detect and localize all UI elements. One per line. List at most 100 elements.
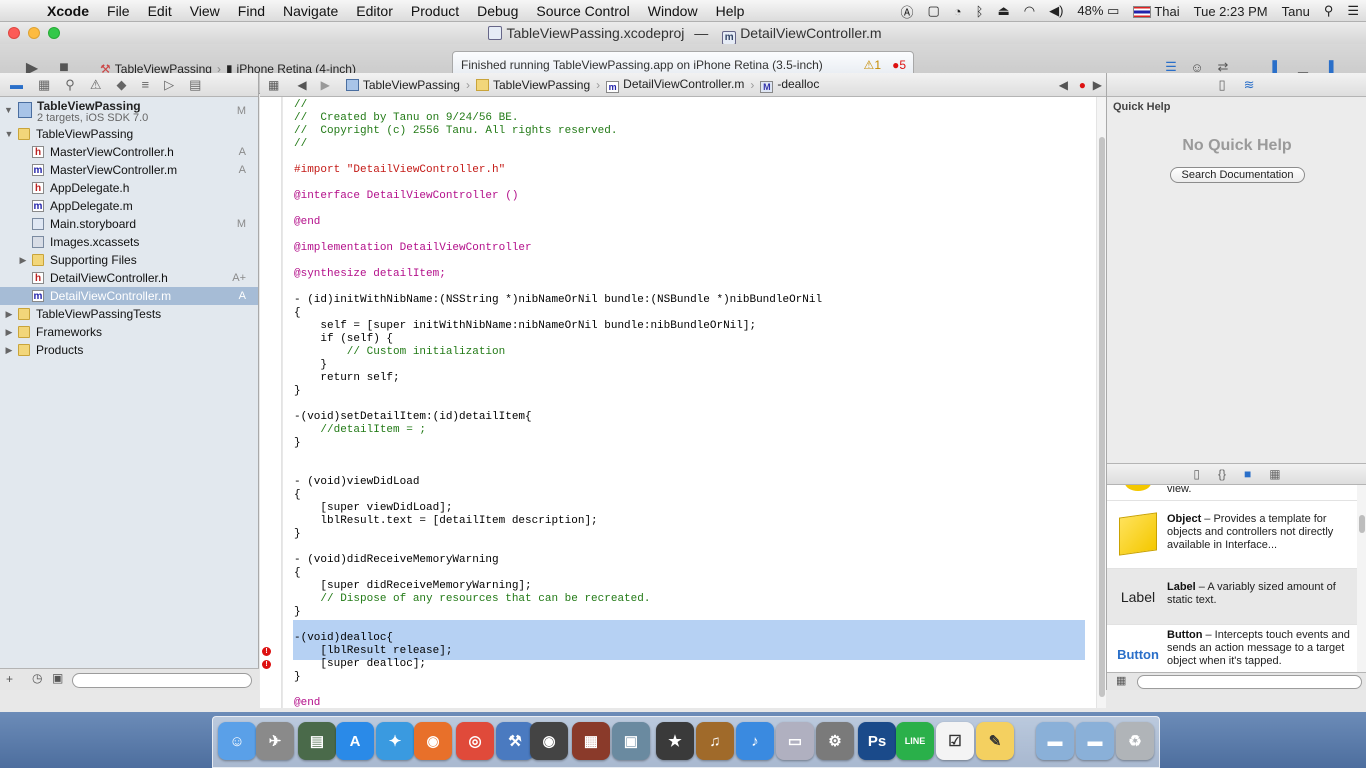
reminders-icon[interactable]: ☑ [936, 722, 974, 760]
xcode-icon[interactable]: ⚒ [496, 722, 534, 760]
search-documentation-button[interactable]: Search Documentation [1170, 167, 1305, 183]
battery-status[interactable]: 48% ▭ [1070, 3, 1126, 19]
menu-source-control[interactable]: Source Control [527, 3, 638, 19]
previous-issue-icon[interactable]: ◀ [1059, 78, 1068, 92]
symbol-navigator-icon[interactable]: ▦ [38, 77, 50, 93]
tree-row-detailviewcontroller-m[interactable]: m DetailViewController.m A [0, 287, 258, 305]
error-marker-icon[interactable]: ! [262, 660, 271, 669]
wifi-icon[interactable]: ◠ [1017, 3, 1042, 19]
launchpad-icon[interactable]: ✈ [256, 722, 294, 760]
find-navigator-icon[interactable]: ⚲ [65, 77, 75, 93]
close-window-button[interactable] [8, 27, 20, 39]
app-store-icon[interactable]: A [336, 722, 374, 760]
square-status-icon[interactable]: ▢ [920, 3, 946, 19]
photos-icon[interactable]: ▭ [776, 722, 814, 760]
file-inspector-icon[interactable]: ▯ [1218, 77, 1225, 93]
log-navigator-icon[interactable]: ▤ [189, 77, 201, 93]
code-line[interactable]: @implementation DetailViewController [294, 242, 532, 255]
line-icon[interactable]: LINE [896, 722, 934, 760]
movie-icon[interactable]: ▦ [572, 722, 610, 760]
menu-debug[interactable]: Debug [468, 3, 527, 19]
disclosure-closed-icon[interactable]: ▶ [18, 251, 28, 269]
tree-row-appdelegate-m[interactable]: m AppDelegate.m [0, 197, 258, 215]
tree-row-detailviewcontroller-h[interactable]: h DetailViewController.h A+ [0, 269, 258, 287]
code-line[interactable]: [super didReceiveMemoryWarning]; [294, 580, 531, 593]
file-template-library-icon[interactable]: ▯ [1193, 467, 1200, 481]
input-source-menu[interactable]: Thai [1126, 4, 1186, 19]
garageband-icon[interactable]: ♫ [696, 722, 734, 760]
object-library-icon[interactable]: ■ [1244, 467, 1251, 481]
code-line[interactable]: } [294, 437, 301, 450]
code-line[interactable]: // Created by Tanu on 9/24/56 BE. [294, 112, 518, 125]
tree-row-masterviewcontroller-h[interactable]: h MasterViewController.h A [0, 143, 258, 161]
code-line[interactable]: [super viewDidLoad]; [294, 502, 452, 515]
disclosure-open-icon[interactable]: ▼ [4, 105, 13, 115]
tree-row-images-xcassets[interactable]: Images.xcassets [0, 233, 258, 251]
code-line[interactable]: @interface DetailViewController () [294, 190, 518, 203]
editor-gutter[interactable] [260, 97, 282, 708]
debug-navigator-icon[interactable]: ≡ [141, 77, 149, 92]
code-line[interactable]: [lblResult release]; [294, 645, 452, 658]
library-item-label[interactable]: Label Label – A variably sized amount of… [1107, 569, 1357, 625]
breakpoint-navigator-icon[interactable]: ▷ [164, 77, 174, 93]
menu-file[interactable]: File [98, 3, 139, 19]
preview-icon[interactable]: ▣ [612, 722, 650, 760]
tree-row-appdelegate-h[interactable]: h AppDelegate.h [0, 179, 258, 197]
code-line[interactable]: { [294, 567, 301, 580]
code-line[interactable]: } [294, 671, 301, 684]
editor-scrollbar[interactable] [1096, 97, 1106, 708]
code-line[interactable]: -(void)dealloc{ [294, 632, 393, 645]
code-line[interactable]: if (self) { [294, 333, 393, 346]
menu-app[interactable]: Xcode [38, 3, 98, 19]
source-control-filter-icon[interactable]: ▣ [52, 671, 63, 685]
user-menu[interactable]: Tanu [1275, 4, 1317, 19]
jump-crumb-project[interactable]: TableViewPassing [345, 78, 460, 92]
tree-row-masterviewcontroller-m[interactable]: m MasterViewController.m A [0, 161, 258, 179]
code-line[interactable]: @end [294, 697, 320, 708]
code-line[interactable]: -(void)setDetailItem:(id)detailItem{ [294, 411, 532, 424]
source-editor[interactable]: //// Created by Tanu on 9/24/56 BE.// Co… [283, 97, 1096, 708]
menu-edit[interactable]: Edit [139, 3, 181, 19]
zoom-window-button[interactable] [48, 27, 60, 39]
grid-view-icon[interactable]: ▦ [1116, 674, 1126, 687]
notes-icon[interactable]: ✎ [976, 722, 1014, 760]
volume-icon[interactable]: ◀) [1042, 3, 1070, 19]
itunes-icon[interactable]: ♪ [736, 722, 774, 760]
code-line[interactable]: //detailItem = ; [294, 424, 426, 437]
code-line[interactable]: @end [294, 216, 320, 229]
scroll-thumb[interactable] [1359, 515, 1365, 533]
project-root-row[interactable]: ▼ TableViewPassing 2 targets, iOS SDK 7.… [0, 97, 258, 125]
menu-view[interactable]: View [181, 3, 229, 19]
code-line[interactable]: // [294, 99, 307, 112]
code-line[interactable]: // Copyright (c) 2556 Tanu. All rights r… [294, 125, 617, 138]
media-library-icon[interactable]: ▦ [1269, 467, 1280, 481]
library-item-partial[interactable]: view. [1107, 485, 1357, 501]
folder-navigator-icon[interactable]: ▬ [10, 77, 23, 92]
menu-product[interactable]: Product [402, 3, 468, 19]
disclosure-closed-icon[interactable]: ▶ [4, 323, 14, 341]
scroll-thumb[interactable] [1099, 137, 1105, 697]
code-line[interactable]: } [294, 606, 301, 619]
minimize-window-button[interactable] [28, 27, 40, 39]
tree-row-frameworks[interactable]: ▶ Frameworks [0, 323, 258, 341]
quick-help-icon[interactable]: ≋ [1244, 77, 1255, 93]
time-machine-icon[interactable]: ◔ [947, 4, 969, 19]
clock[interactable]: Tue 2:23 PM [1187, 4, 1275, 19]
downloads-icon[interactable]: ▬ [1076, 722, 1114, 760]
keyboard-viewer-icon[interactable]: Ⓐ [893, 2, 920, 21]
jump-crumb-group[interactable]: TableViewPassing [475, 78, 590, 92]
menu-editor[interactable]: Editor [347, 3, 402, 19]
library-filter-input[interactable] [1137, 675, 1362, 689]
jump-crumb-file[interactable]: m DetailViewController.m [606, 77, 744, 93]
code-snippet-library-icon[interactable]: {} [1218, 467, 1226, 481]
menu-find[interactable]: Find [229, 3, 274, 19]
disclosure-closed-icon[interactable]: ▶ [4, 305, 14, 323]
safari-icon[interactable]: ✦ [376, 722, 414, 760]
notification-center-icon[interactable]: ☰ [1340, 3, 1366, 19]
photo-booth-icon[interactable]: ◉ [530, 722, 568, 760]
library-item-object[interactable]: Object – Provides a template for objects… [1107, 501, 1357, 569]
code-line[interactable]: } [294, 528, 301, 541]
forward-arrow-icon[interactable]: ▶ [321, 78, 330, 92]
code-line[interactable]: } [294, 359, 327, 372]
imovie-icon[interactable]: ★ [656, 722, 694, 760]
